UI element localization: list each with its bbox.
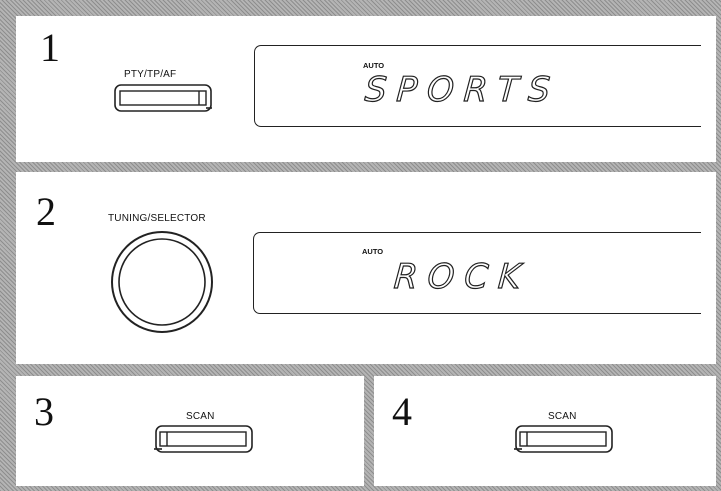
step-4-panel: 4 SCAN bbox=[374, 376, 716, 486]
step-1-panel: 1 PTY/TP/AF AUTO SPORTS bbox=[16, 16, 716, 162]
pty-tp-af-button[interactable] bbox=[114, 84, 214, 114]
pty-display-text: SPORTS bbox=[363, 69, 562, 110]
step-number: 1 bbox=[40, 25, 60, 70]
auto-indicator: AUTO bbox=[362, 247, 384, 256]
step-number: 4 bbox=[392, 389, 412, 434]
scan-label: SCAN bbox=[548, 411, 577, 422]
radio-display: AUTO SPORTS bbox=[254, 45, 701, 127]
step-number: 3 bbox=[34, 389, 54, 434]
auto-indicator: AUTO bbox=[363, 61, 385, 70]
step-2-panel: 2 TUNING/SELECTOR AUTO ROCK bbox=[16, 172, 716, 364]
scan-label: SCAN bbox=[186, 411, 215, 422]
scan-button[interactable] bbox=[154, 425, 254, 455]
pty-display-text: ROCK bbox=[392, 256, 532, 297]
pty-tp-af-label: PTY/TP/AF bbox=[124, 69, 177, 80]
radio-display: AUTO ROCK bbox=[253, 232, 701, 314]
step-3-panel: 3 SCAN bbox=[16, 376, 364, 486]
scan-button[interactable] bbox=[514, 425, 614, 455]
tuning-selector-knob[interactable] bbox=[109, 229, 219, 339]
tuning-selector-label: TUNING/SELECTOR bbox=[108, 213, 206, 224]
step-number: 2 bbox=[36, 189, 56, 234]
